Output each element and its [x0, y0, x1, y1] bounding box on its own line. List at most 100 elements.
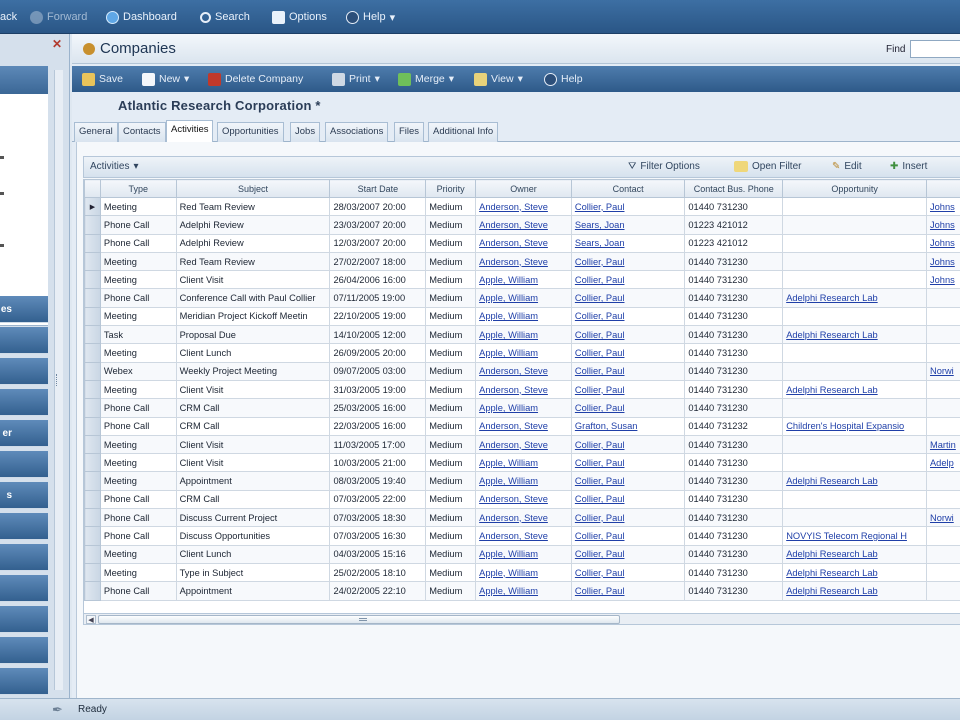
horizontal-scrollbar[interactable]: ◀ — [83, 613, 960, 625]
opportunity-link[interactable]: Children's Hospital Expansio — [786, 421, 904, 431]
row-indicator[interactable] — [84, 343, 101, 363]
contact-link[interactable]: Collier, Paul — [575, 403, 625, 413]
more-link[interactable]: Johns — [930, 220, 955, 230]
table-row[interactable]: Meeting Client Visit 26/04/2006 16:00 Mediu… — [84, 270, 960, 290]
contact-link[interactable]: Sears, Joan — [575, 220, 625, 230]
table-row[interactable]: Meeting Client Lunch 04/03/2005 15:16 Mediu… — [84, 544, 960, 564]
contact-link[interactable]: Grafton, Susan — [575, 421, 638, 431]
table-row[interactable]: Meeting Type in Subject 25/02/2005 18:10 Me… — [84, 562, 960, 583]
contact-link[interactable]: Collier, Paul — [575, 476, 625, 486]
table-row[interactable]: Phone Call Appointment 24/02/2005 22:10 Med… — [84, 581, 960, 601]
table-row[interactable]: Meeting Client Lunch 26/09/2005 20:00 Mediu… — [84, 343, 960, 363]
sidebar-item[interactable] — [0, 575, 48, 602]
more-link[interactable]: Adelp — [930, 458, 954, 468]
contact-link[interactable]: Collier, Paul — [575, 513, 625, 523]
table-row[interactable]: Phone Call CRM Call 07/03/2005 22:00 Medium… — [84, 489, 960, 510]
opportunity-link[interactable]: Adelphi Research Lab — [786, 586, 877, 596]
row-indicator[interactable] — [84, 562, 101, 583]
table-row[interactable]: Meeting Client Visit 31/03/2005 19:00 Mediu… — [84, 379, 960, 400]
row-indicator[interactable] — [84, 270, 101, 290]
table-row[interactable]: Phone Call Discuss Current Project 07/03/2… — [84, 508, 960, 528]
owner-link[interactable]: Apple, William — [479, 348, 538, 358]
row-indicator[interactable] — [84, 251, 101, 272]
table-row[interactable]: Meeting Red Team Review 27/02/2007 18:00 Me… — [84, 251, 960, 272]
row-indicator[interactable] — [84, 453, 101, 473]
contact-link[interactable]: Collier, Paul — [575, 275, 625, 285]
more-link[interactable]: Johns — [930, 238, 955, 248]
open-filter-button[interactable]: Open Filter — [734, 161, 801, 172]
sidebar-item[interactable] — [0, 451, 48, 478]
opportunity-link[interactable]: Adelphi Research Lab — [786, 476, 877, 486]
help-menu-button[interactable]: Help ▾ — [346, 9, 395, 25]
contact-link[interactable]: Collier, Paul — [575, 586, 625, 596]
table-row[interactable]: Phone Call Adelphi Review 12/03/2007 20:00… — [84, 233, 960, 253]
owner-link[interactable]: Anderson, Steve — [479, 366, 548, 376]
tab-associations[interactable]: Associations — [325, 122, 389, 142]
row-indicator[interactable] — [84, 379, 101, 400]
tab-files[interactable]: Files — [394, 122, 425, 142]
opportunity-link[interactable]: Adelphi Research Lab — [786, 293, 877, 303]
column-header-priority[interactable]: Priority — [425, 179, 477, 198]
contact-link[interactable]: Collier, Paul — [575, 458, 625, 468]
owner-link[interactable]: Apple, William — [479, 568, 538, 578]
more-link[interactable]: Johns — [930, 275, 955, 285]
contact-link[interactable]: Collier, Paul — [575, 440, 625, 450]
tab-jobs[interactable]: Jobs — [290, 122, 321, 142]
contact-link[interactable]: Collier, Paul — [575, 348, 625, 358]
merge-button[interactable]: Merge ▾ — [398, 72, 454, 86]
activities-menu[interactable]: Activities ▾ — [90, 161, 138, 172]
close-icon[interactable]: ✕ — [52, 38, 64, 50]
opportunity-link[interactable]: Adelphi Research Lab — [786, 330, 877, 340]
help-button[interactable]: Help — [544, 72, 583, 86]
table-row[interactable]: Phone Call Conference Call with Paul Coll… — [84, 288, 960, 308]
owner-link[interactable]: Anderson, Steve — [479, 421, 548, 431]
sidebar-item[interactable]: er — [0, 420, 48, 447]
splitter-grip-icon[interactable] — [56, 374, 61, 386]
contact-link[interactable]: Collier, Paul — [575, 330, 625, 340]
row-indicator[interactable]: ▶ — [84, 196, 101, 217]
sidebar-item[interactable] — [0, 358, 48, 385]
row-indicator[interactable] — [84, 581, 101, 601]
search-button[interactable]: Search — [200, 9, 250, 25]
delete-company-button[interactable]: Delete Company — [208, 72, 303, 86]
tab-activities[interactable]: Activities — [166, 120, 214, 143]
contact-link[interactable]: Sears, Joan — [575, 238, 625, 248]
owner-link[interactable]: Anderson, Steve — [479, 257, 548, 267]
table-row[interactable]: Phone Call Discuss Opportunities 07/03/200… — [84, 526, 960, 546]
contact-link[interactable]: Collier, Paul — [575, 531, 625, 541]
sidebar-item[interactable] — [0, 389, 48, 416]
row-indicator[interactable] — [84, 526, 101, 546]
owner-link[interactable]: Anderson, Steve — [479, 220, 548, 230]
scrollbar-thumb[interactable] — [98, 615, 620, 624]
column-header-more[interactable] — [925, 179, 960, 198]
contact-link[interactable]: Collier, Paul — [575, 293, 625, 303]
new-button[interactable]: New ▾ — [142, 72, 189, 86]
row-indicator[interactable] — [84, 215, 101, 235]
owner-link[interactable]: Apple, William — [479, 458, 538, 468]
column-header-start-date[interactable]: Start Date — [329, 179, 427, 198]
column-header-opportunity[interactable]: Opportunity — [782, 179, 927, 198]
table-row[interactable]: Phone Call CRM Call 25/03/2005 16:00 Medium… — [84, 398, 960, 418]
row-indicator[interactable] — [84, 398, 101, 418]
owner-link[interactable]: Anderson, Steve — [479, 202, 548, 212]
contact-link[interactable]: Collier, Paul — [575, 311, 625, 321]
print-button[interactable]: Print ▾ — [332, 72, 380, 86]
tab-opportunities[interactable]: Opportunities — [217, 122, 284, 142]
row-indicator[interactable] — [84, 544, 101, 564]
table-row[interactable]: Meeting Appointment 08/03/2005 19:40 Medium… — [84, 471, 960, 491]
insert-button[interactable]: ✚ Insert — [890, 161, 927, 172]
owner-link[interactable]: Anderson, Steve — [479, 494, 548, 504]
owner-link[interactable]: Apple, William — [479, 311, 538, 321]
row-indicator[interactable] — [84, 233, 101, 253]
column-header-type[interactable]: Type — [99, 179, 177, 198]
row-indicator[interactable] — [84, 325, 101, 345]
options-button[interactable]: Options — [272, 9, 327, 25]
column-header-contact-phone[interactable]: Contact Bus. Phone — [684, 179, 784, 198]
row-indicator[interactable] — [84, 361, 101, 381]
sidebar-item[interactable] — [0, 544, 48, 571]
table-row[interactable]: Phone Call CRM Call 22/03/2005 16:00 Medium… — [84, 416, 960, 436]
table-row[interactable]: Meeting Client Visit 11/03/2005 17:00 Mediu… — [84, 434, 960, 455]
contact-link[interactable]: Collier, Paul — [575, 549, 625, 559]
scroll-left-icon[interactable]: ◀ — [86, 615, 96, 624]
owner-link[interactable]: Apple, William — [479, 586, 538, 596]
